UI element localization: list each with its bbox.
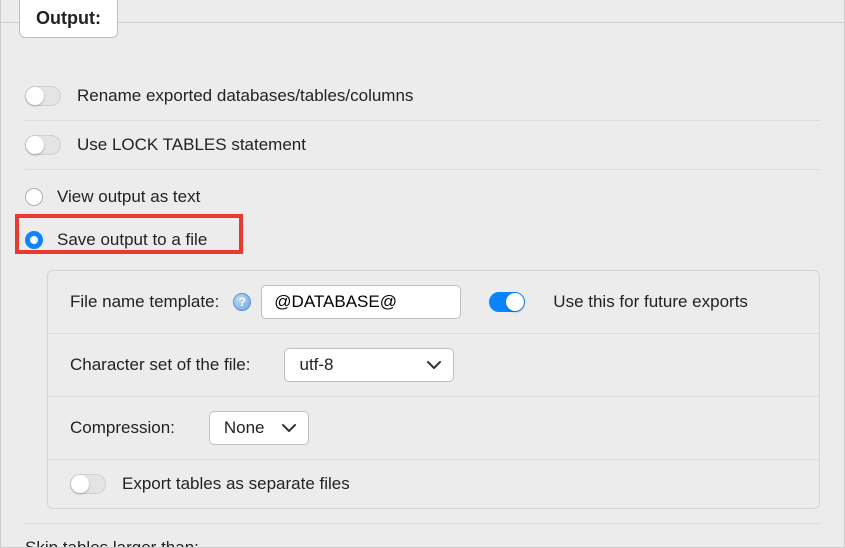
compression-row: Compression: None (48, 397, 819, 460)
output-tab[interactable]: Output: (19, 0, 118, 38)
rename-row: Rename exported databases/tables/columns (25, 72, 820, 121)
filename-row: File name template: ? Use this for futur… (48, 271, 819, 334)
compression-value: None (224, 418, 265, 438)
output-panel: Output: Rename exported databases/tables… (0, 0, 845, 548)
separate-files-row: Export tables as separate files (48, 460, 819, 508)
skip-row: Skip tables larger than: (25, 523, 820, 548)
separate-files-label: Export tables as separate files (122, 474, 350, 494)
panel-top-border (1, 22, 844, 23)
output-tab-label: Output: (36, 8, 101, 28)
save-file-row: Save output to a file (25, 218, 820, 266)
help-icon[interactable]: ? (233, 293, 251, 311)
separate-files-toggle[interactable] (70, 474, 106, 494)
compression-select[interactable]: None (209, 411, 309, 445)
chevron-down-icon (282, 423, 296, 433)
rename-toggle[interactable] (25, 86, 61, 106)
charset-row: Character set of the file: utf-8 (48, 334, 819, 397)
charset-value: utf-8 (299, 355, 333, 375)
lock-tables-label: Use LOCK TABLES statement (77, 135, 306, 155)
lock-tables-row: Use LOCK TABLES statement (25, 121, 820, 170)
save-file-radio[interactable] (25, 231, 43, 249)
future-exports-toggle[interactable] (489, 292, 525, 312)
charset-label: Character set of the file: (70, 355, 250, 375)
filename-input[interactable] (261, 285, 461, 319)
chevron-down-icon (427, 360, 441, 370)
output-content: Rename exported databases/tables/columns… (1, 60, 844, 547)
skip-label: Skip tables larger than: (25, 538, 199, 548)
compression-label: Compression: (70, 418, 175, 438)
file-options-panel: File name template: ? Use this for futur… (47, 270, 820, 509)
future-exports-group: Use this for future exports (489, 292, 748, 312)
save-file-label: Save output to a file (57, 230, 207, 250)
view-text-label: View output as text (57, 187, 200, 207)
filename-label: File name template: (70, 292, 219, 312)
future-exports-label: Use this for future exports (553, 292, 748, 312)
view-text-row: View output as text (25, 170, 820, 218)
view-text-radio[interactable] (25, 188, 43, 206)
rename-label: Rename exported databases/tables/columns (77, 86, 413, 106)
lock-tables-toggle[interactable] (25, 135, 61, 155)
charset-select[interactable]: utf-8 (284, 348, 454, 382)
